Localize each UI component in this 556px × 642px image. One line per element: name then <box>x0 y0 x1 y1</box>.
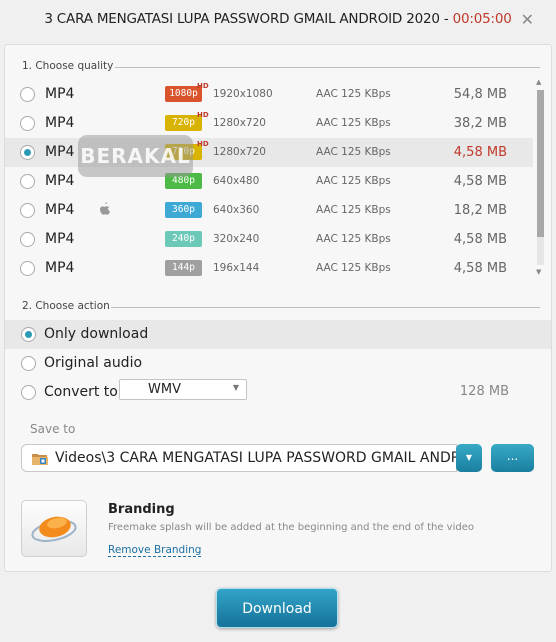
action-label: Original audio <box>44 355 143 371</box>
convert-size: 128 MB <box>459 384 509 399</box>
hd-badge: HD <box>197 82 209 90</box>
video-duration: 00:05:00 <box>452 11 512 27</box>
quality-badge: 144p <box>165 260 202 276</box>
file-size: 38,2 MB <box>453 116 507 131</box>
folder-icon <box>32 454 48 465</box>
video-title: 3 CARA MENGATASI LUPA PASSWORD GMAIL AND… <box>44 11 453 27</box>
audio-info: AAC 125 KBps <box>316 117 391 129</box>
resolution: 640x360 <box>213 204 260 216</box>
action-only-download[interactable]: Only download <box>5 320 551 349</box>
audio-info: AAC 125 KBps <box>316 88 391 100</box>
action-convert-to[interactable]: Convert to WMV ▼ 128 MB <box>5 378 551 407</box>
scrollbar-track[interactable] <box>537 237 544 265</box>
format-label: MP4 <box>45 173 75 189</box>
quality-radio[interactable] <box>20 145 35 160</box>
save-to-label: Save to <box>30 422 76 436</box>
action-original-audio[interactable]: Original audio <box>5 349 551 378</box>
quality-radio[interactable] <box>20 232 35 247</box>
hd-badge: HD <box>197 111 209 119</box>
action-label: Convert to <box>44 384 118 400</box>
action-radio[interactable] <box>21 385 36 400</box>
format-label: MP4 <box>45 202 75 218</box>
quality-row[interactable]: MP4 360p 640x360 AAC 125 KBps 18,2 MB <box>5 196 533 225</box>
quality-row[interactable]: MP4 720p HD 1280x720 AAC 125 KBps 38,2 M… <box>5 109 533 138</box>
action-radio[interactable] <box>21 356 36 371</box>
hd-badge: HD <box>197 140 209 148</box>
window-title: 3 CARA MENGATASI LUPA PASSWORD GMAIL AND… <box>0 11 556 27</box>
choose-action-label: 2. Choose action <box>22 300 110 312</box>
audio-info: AAC 125 KBps <box>316 146 391 158</box>
format-label: MP4 <box>45 231 75 247</box>
chevron-down-icon: ▼ <box>465 453 473 462</box>
resolution: 1280x720 <box>213 117 266 129</box>
file-size: 54,8 MB <box>453 87 507 102</box>
convert-format-select[interactable]: WMV ▼ <box>119 379 247 400</box>
quality-radio[interactable] <box>20 174 35 189</box>
quality-radio[interactable] <box>20 261 35 276</box>
selected-format: WMV <box>148 382 181 397</box>
format-label: MP4 <box>45 260 75 276</box>
branding-description: Freemake splash will be added at the beg… <box>108 522 475 533</box>
save-path-input[interactable]: Videos\3 CARA MENGATASI LUPA PASSWORD GM… <box>21 444 457 472</box>
resolution: 320x240 <box>213 233 260 245</box>
quality-radio[interactable] <box>20 87 35 102</box>
audio-info: AAC 125 KBps <box>316 175 391 187</box>
quality-row[interactable]: MP4 144p 196x144 AAC 125 KBps 4,58 MB <box>5 254 533 283</box>
format-label: MP4 <box>45 86 75 102</box>
file-size: 4,58 MB <box>453 145 507 160</box>
title-bar: 3 CARA MENGATASI LUPA PASSWORD GMAIL AND… <box>0 0 556 40</box>
save-path: Videos\3 CARA MENGATASI LUPA PASSWORD GM… <box>55 450 456 466</box>
browse-button[interactable]: ... <box>491 444 534 472</box>
resolution: 640x480 <box>213 175 260 187</box>
remove-branding-link[interactable]: Remove Branding <box>108 544 202 557</box>
audio-info: AAC 125 KBps <box>316 262 391 274</box>
file-size: 4,58 MB <box>453 232 507 247</box>
file-size: 4,58 MB <box>453 261 507 276</box>
quality-radio[interactable] <box>20 116 35 131</box>
quality-scrollbar[interactable]: ▲ ▼ <box>535 76 545 276</box>
quality-badge: 360p <box>165 202 202 218</box>
freemake-logo-icon <box>31 516 77 542</box>
quality-badge: 240p <box>165 231 202 247</box>
action-label: Only download <box>44 326 149 342</box>
format-label: MP4 <box>45 115 75 131</box>
download-button[interactable]: Download <box>216 588 338 628</box>
branding-logo <box>21 500 87 557</box>
quality-row[interactable]: MP4 1080p HD 1920x1080 AAC 125 KBps 54,8… <box>5 80 533 109</box>
action-radio[interactable] <box>21 327 36 342</box>
branding-title: Branding <box>108 502 175 517</box>
file-size: 18,2 MB <box>453 203 507 218</box>
divider <box>111 307 540 308</box>
format-label: MP4 <box>45 144 75 160</box>
apple-icon <box>100 202 110 215</box>
resolution: 1280x720 <box>213 146 266 158</box>
watermark: BERAKAL <box>78 135 193 177</box>
scroll-down-icon[interactable]: ▼ <box>536 268 541 276</box>
quality-row[interactable]: MP4 240p 320x240 AAC 125 KBps 4,58 MB <box>5 225 533 254</box>
quality-radio[interactable] <box>20 203 35 218</box>
audio-info: AAC 125 KBps <box>316 204 391 216</box>
resolution: 196x144 <box>213 262 260 274</box>
options-panel: 1. Choose quality MP4 1080p HD 1920x1080… <box>4 44 552 572</box>
file-size: 4,58 MB <box>453 174 507 189</box>
choose-quality-label: 1. Choose quality <box>22 60 114 72</box>
chevron-down-icon: ▼ <box>232 383 239 392</box>
path-dropdown-button[interactable]: ▼ <box>456 444 482 472</box>
audio-info: AAC 125 KBps <box>316 233 391 245</box>
scroll-up-icon[interactable]: ▲ <box>536 78 541 86</box>
scrollbar-thumb[interactable] <box>537 90 544 237</box>
close-icon[interactable]: ✕ <box>521 10 534 29</box>
resolution: 1920x1080 <box>213 88 273 100</box>
divider <box>115 67 540 68</box>
